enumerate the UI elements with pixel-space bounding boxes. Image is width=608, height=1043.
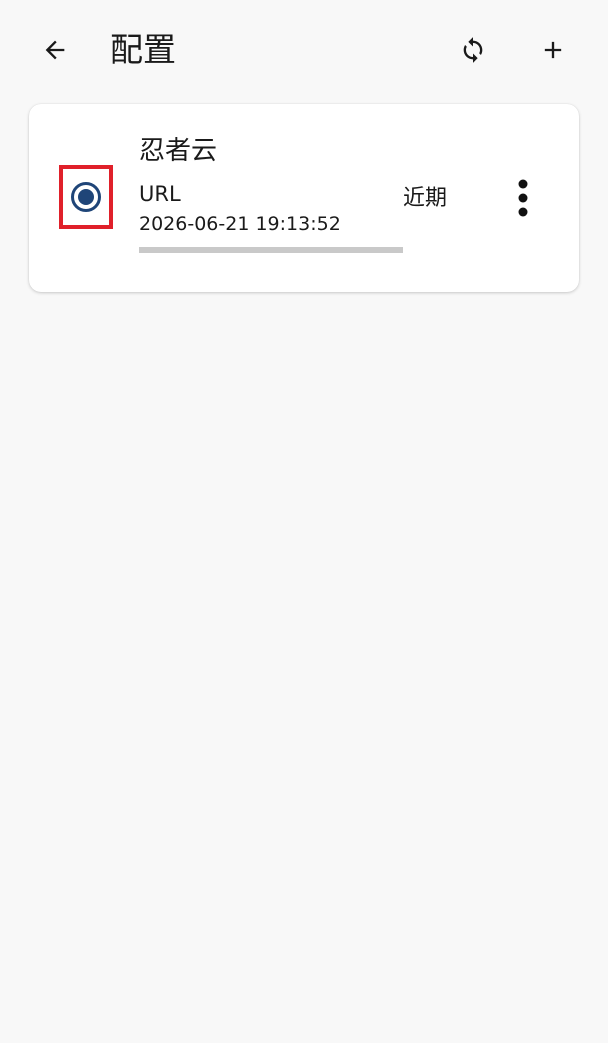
refresh-button[interactable] bbox=[449, 26, 497, 74]
profile-more-button[interactable] bbox=[499, 174, 547, 222]
add-profile-button[interactable] bbox=[529, 26, 577, 74]
app-root: 配置 忍者云 URL 2026-06-21 19:13:52 近期 bbox=[0, 0, 608, 1043]
radio-selected-icon bbox=[71, 182, 101, 212]
sync-icon bbox=[463, 37, 483, 63]
profile-usage-progress bbox=[139, 247, 403, 253]
radio-dot bbox=[78, 189, 94, 205]
profile-card[interactable]: 忍者云 URL 2026-06-21 19:13:52 近期 bbox=[29, 104, 579, 292]
profile-name: 忍者云 bbox=[139, 136, 218, 166]
profile-type: URL bbox=[139, 182, 181, 206]
plus-icon bbox=[544, 41, 562, 59]
arrow-left-icon bbox=[45, 40, 65, 60]
page-title: 配置 bbox=[110, 30, 176, 69]
profile-status-label: 近期 bbox=[403, 186, 448, 211]
profile-updated-time: 2026-06-21 19:13:52 bbox=[139, 213, 341, 235]
profile-select-radio[interactable] bbox=[59, 165, 113, 229]
more-vertical-icon bbox=[518, 179, 528, 217]
progress-fill bbox=[139, 247, 403, 253]
back-button[interactable] bbox=[31, 26, 79, 74]
top-app-bar: 配置 bbox=[0, 0, 608, 100]
